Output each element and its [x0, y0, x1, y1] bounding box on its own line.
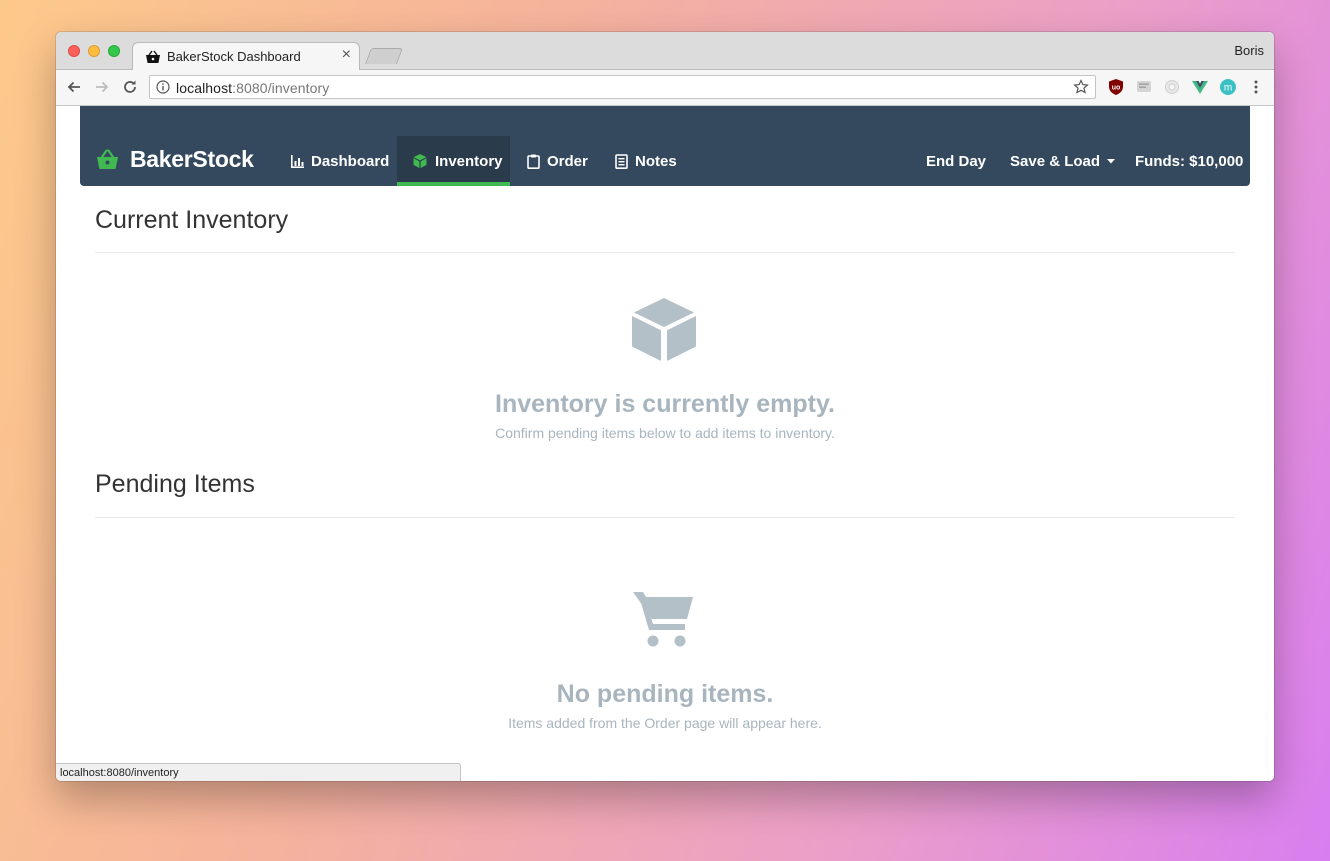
- cube-icon: [632, 298, 696, 361]
- ublock-icon[interactable]: uo: [1107, 78, 1125, 96]
- extension-icon[interactable]: [1135, 78, 1153, 96]
- pending-empty-subtitle: Items added from the Order page will app…: [508, 715, 822, 731]
- nav-notes[interactable]: Notes: [615, 136, 677, 186]
- extension-icon-2[interactable]: [1163, 78, 1181, 96]
- svg-text:m: m: [1224, 83, 1232, 94]
- bookmark-star-icon[interactable]: [1073, 79, 1089, 95]
- tab-close-icon[interactable]: ×: [342, 46, 351, 64]
- minimize-window-button[interactable]: [88, 45, 100, 57]
- pending-empty-title: No pending items.: [556, 680, 774, 708]
- forward-button[interactable]: [91, 76, 113, 98]
- funds-label: Funds: $10,000: [1135, 152, 1244, 170]
- inventory-divider: [95, 252, 1235, 253]
- svg-text:uo: uo: [1112, 85, 1121, 92]
- title-bar: BakerStock Dashboard × Boris: [56, 32, 1274, 70]
- nav-notes-label: Notes: [635, 152, 677, 170]
- clipboard-icon: [527, 154, 540, 169]
- new-tab-button[interactable]: [365, 48, 403, 64]
- shopping-cart-icon: [633, 592, 693, 647]
- basket-logo-icon: [97, 149, 118, 169]
- inventory-empty-subtitle: Confirm pending items below to add items…: [495, 425, 835, 441]
- end-day-button[interactable]: End Day: [926, 136, 986, 186]
- browser-toolbar: localhost:8080/inventory uo m: [56, 70, 1274, 106]
- url-text: localhost:8080/inventory: [176, 80, 329, 96]
- nav-order[interactable]: Order: [527, 136, 588, 186]
- reload-button[interactable]: [119, 76, 141, 98]
- funds-display: Funds: $10,000: [1135, 136, 1243, 186]
- info-icon[interactable]: [156, 80, 170, 94]
- m-extension-icon[interactable]: m: [1219, 78, 1237, 96]
- save-load-label: Save & Load: [1010, 152, 1101, 170]
- notepad-icon: [615, 153, 628, 169]
- basket-icon: [146, 50, 160, 63]
- cube-icon: [413, 154, 427, 168]
- pending-divider: [95, 517, 1235, 518]
- profile-name[interactable]: Boris: [1234, 43, 1264, 58]
- app-navbar: BakerStock Dashboard Inventory Order Not…: [80, 106, 1250, 186]
- brand[interactable]: BakerStock: [96, 146, 254, 173]
- window-controls: [68, 45, 120, 57]
- reload-icon: [124, 80, 136, 93]
- back-button[interactable]: [63, 76, 85, 98]
- url-host: localhost: [176, 80, 233, 96]
- vue-devtools-icon[interactable]: [1191, 78, 1209, 96]
- nav-inventory-label: Inventory: [435, 152, 503, 170]
- pending-heading: Pending Items: [95, 470, 255, 498]
- close-window-button[interactable]: [68, 45, 80, 57]
- end-day-label: End Day: [926, 152, 987, 170]
- nav-order-label: Order: [547, 152, 588, 170]
- forward-arrow-icon: [96, 81, 109, 93]
- maximize-window-button[interactable]: [108, 45, 120, 57]
- tab-title: BakerStock Dashboard: [167, 49, 301, 64]
- browser-window: BakerStock Dashboard × Boris localhost:8…: [56, 32, 1274, 781]
- menu-kebab-icon[interactable]: [1247, 78, 1265, 96]
- bar-chart-icon: [291, 154, 304, 168]
- nav-inventory[interactable]: Inventory: [397, 136, 510, 186]
- url-path: :8080/inventory: [232, 80, 330, 96]
- back-arrow-icon: [67, 81, 80, 93]
- nav-dashboard-label: Dashboard: [311, 152, 390, 170]
- status-bar-url: localhost:8080/inventory: [56, 763, 461, 781]
- browser-tab[interactable]: BakerStock Dashboard ×: [132, 42, 360, 70]
- save-load-dropdown[interactable]: Save & Load: [1010, 136, 1116, 186]
- brand-name: BakerStock: [130, 146, 254, 172]
- page-viewport: BakerStock Dashboard Inventory Order Not…: [56, 106, 1274, 781]
- caret-down-icon: [1107, 158, 1116, 163]
- address-bar[interactable]: localhost:8080/inventory: [149, 75, 1096, 99]
- inventory-heading: Current Inventory: [95, 206, 289, 234]
- inventory-empty-title: Inventory is currently empty.: [495, 390, 835, 418]
- nav-dashboard[interactable]: Dashboard: [291, 136, 389, 186]
